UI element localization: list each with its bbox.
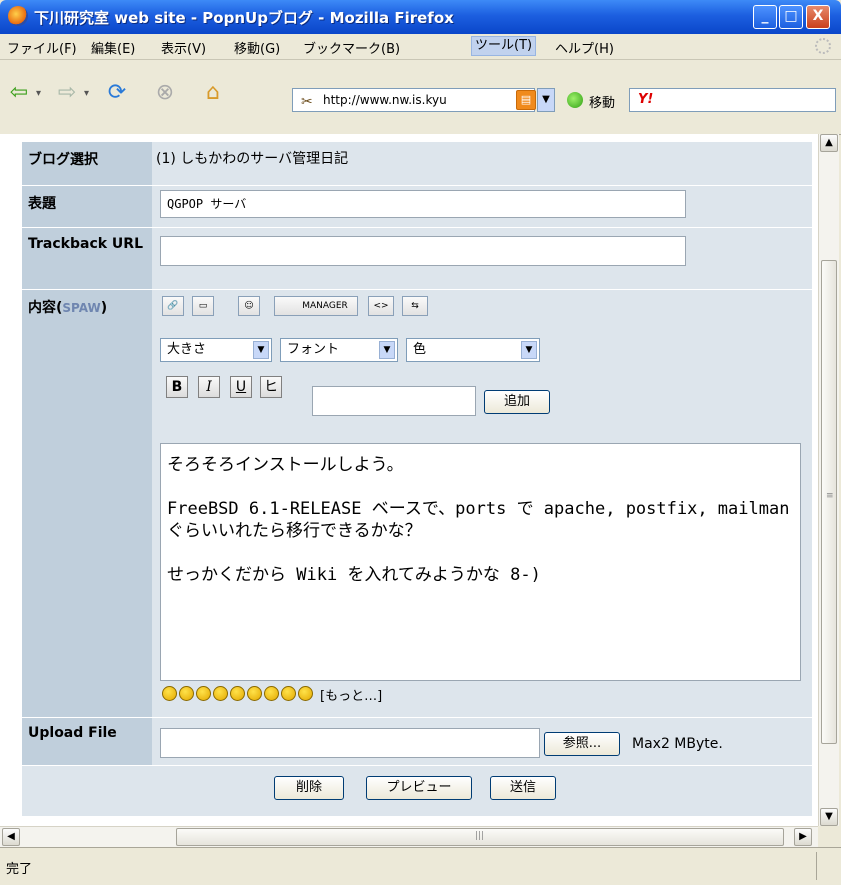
site-tool-icon: ✂ <box>301 94 313 110</box>
more-emoji-link[interactable]: [もっと…] <box>320 685 382 704</box>
menu-go[interactable]: 移動(G) <box>234 38 280 57</box>
menu-bookmarks[interactable]: ブックマーク(B) <box>303 38 400 57</box>
maximize-button[interactable]: □ <box>779 5 803 29</box>
go-icon[interactable] <box>567 92 583 108</box>
blog-select-label: ブログ選択 <box>22 142 152 186</box>
max-size-text: Max2 MByte. <box>632 736 723 752</box>
chevron-down-icon: ▼ <box>379 341 395 359</box>
font-family-select[interactable]: フォント ▼ <box>280 338 398 362</box>
vertical-scrollbar[interactable]: ▲ ≡ ▼ <box>818 134 839 826</box>
smiley-cool-icon[interactable] <box>247 686 262 701</box>
add-button[interactable]: 追加 <box>484 390 550 414</box>
scroll-up-icon[interactable]: ▲ <box>820 134 838 152</box>
color-select[interactable]: 色 ▼ <box>406 338 540 362</box>
portrait-tool-icon[interactable]: ☺ <box>238 296 260 316</box>
home-icon[interactable]: ⌂ <box>200 80 226 106</box>
search-box[interactable]: Y! <box>629 88 836 112</box>
scroll-right-icon[interactable]: ▶ <box>794 828 812 846</box>
delete-button[interactable]: 削除 <box>274 776 344 800</box>
back-dropdown-icon[interactable]: ▾ <box>36 88 41 99</box>
url-history-dropdown[interactable]: ▼ <box>537 88 555 112</box>
smiley-shocked-icon[interactable] <box>213 686 228 701</box>
scroll-down-icon[interactable]: ▼ <box>820 808 838 826</box>
status-text: 完了 <box>6 862 33 877</box>
stop-icon[interactable]: ⊗ <box>152 80 178 106</box>
title-bar: 下川研究室 web site - PopnUpブログ - Mozilla Fir… <box>0 0 841 34</box>
menu-edit[interactable]: 編集(E) <box>91 38 135 57</box>
content-label-close: ) <box>100 300 108 316</box>
smiley-laugh-icon[interactable] <box>162 686 177 701</box>
forward-arrow-icon[interactable]: ⇨ <box>54 80 80 106</box>
smiley-tongue-icon[interactable] <box>298 686 313 701</box>
image-manager-button[interactable]: MANAGER <box>274 296 358 316</box>
smiley-worried-icon[interactable] <box>196 686 211 701</box>
strikethrough-button[interactable]: ヒ <box>260 376 282 398</box>
trackback-url-input[interactable] <box>160 236 686 266</box>
vertical-scroll-thumb[interactable]: ≡ <box>821 260 837 744</box>
chevron-down-icon: ▼ <box>253 341 269 359</box>
smiley-happy-icon[interactable] <box>264 686 279 701</box>
send-button[interactable]: 送信 <box>490 776 556 800</box>
forward-dropdown-icon[interactable]: ▾ <box>84 88 89 99</box>
upload-file-label: Upload File <box>22 718 152 766</box>
smiley-angry-icon[interactable] <box>281 686 296 701</box>
spaw-label: SPAW <box>62 301 101 315</box>
blog-select-value[interactable]: (1) しもかわのサーバ管理日記 <box>156 148 348 168</box>
underline-button[interactable]: U <box>230 376 252 398</box>
rss-feed-icon[interactable]: ▤ <box>516 90 536 110</box>
throbber-icon <box>815 38 831 54</box>
back-arrow-icon[interactable]: ⇦ <box>6 80 32 106</box>
source-code-icon[interactable]: <> <box>368 296 394 316</box>
blog-select-cell: (1) しもかわのサーバ管理日記 <box>152 142 812 186</box>
horizontal-scroll-thumb[interactable]: ||| <box>176 828 784 846</box>
close-button[interactable]: X <box>806 5 830 29</box>
trackback-url-label: Trackback URL <box>22 228 152 290</box>
window-title: 下川研究室 web site - PopnUpブログ - Mozilla Fir… <box>34 9 454 27</box>
scrollbar-corner <box>818 826 841 846</box>
menu-bar: ファイル(F) 編集(E) 表示(V) 移動(G) ブックマーク(B) ツール(… <box>0 34 841 60</box>
browse-button[interactable]: 参照... <box>544 732 620 756</box>
color-select-value: 色 <box>413 342 427 357</box>
minimize-button[interactable]: _ <box>753 5 777 29</box>
image-tool-icon[interactable]: ▭ <box>192 296 214 316</box>
content-editor[interactable]: そろそろインストールしよう。 FreeBSD 6.1-RELEASE ベースで、… <box>160 443 801 681</box>
menu-help[interactable]: ヘルプ(H) <box>555 38 614 57</box>
horizontal-scrollbar[interactable]: ◀ ||| ▶ <box>0 826 818 847</box>
content-label: 内容(SPAW) <box>22 290 152 718</box>
menu-file[interactable]: ファイル(F) <box>7 38 77 57</box>
menu-tools[interactable]: ツール(T) <box>470 36 537 56</box>
upload-file-input[interactable] <box>160 728 540 758</box>
font-size-select-value: 大きさ <box>167 342 207 357</box>
reload-icon[interactable]: ⟳ <box>104 80 130 106</box>
bold-button[interactable]: B <box>166 376 188 398</box>
preview-button[interactable]: プレビュー <box>366 776 472 800</box>
title-input[interactable]: QGPOP サーバ <box>160 190 686 218</box>
add-text-input[interactable] <box>312 386 476 416</box>
url-bar[interactable]: ✂ http://www.nw.is.kyu <box>292 88 535 112</box>
status-bar: 完了 <box>0 847 841 885</box>
content-label-text: 内容( <box>28 300 63 316</box>
title-label: 表題 <box>22 186 152 228</box>
scroll-left-icon[interactable]: ◀ <box>2 828 20 846</box>
status-divider <box>816 852 817 880</box>
go-button-label[interactable]: 移動 <box>589 92 615 111</box>
link-tool-icon[interactable]: 🔗 <box>162 296 184 316</box>
url-text: http://www.nw.is.kyu <box>323 93 447 107</box>
smiley-sad-icon[interactable] <box>230 686 245 701</box>
font-family-select-value: フォント <box>287 342 340 357</box>
chevron-down-icon: ▼ <box>521 341 537 359</box>
italic-button[interactable]: I <box>198 376 220 398</box>
firefox-icon <box>8 6 28 26</box>
yahoo-search-icon[interactable]: Y! <box>638 92 653 107</box>
font-size-select[interactable]: 大きさ ▼ <box>160 338 272 362</box>
toggle-mode-icon[interactable]: ⇆ <box>402 296 428 316</box>
menu-view[interactable]: 表示(V) <box>161 38 206 57</box>
smiley-smile-icon[interactable] <box>179 686 194 701</box>
